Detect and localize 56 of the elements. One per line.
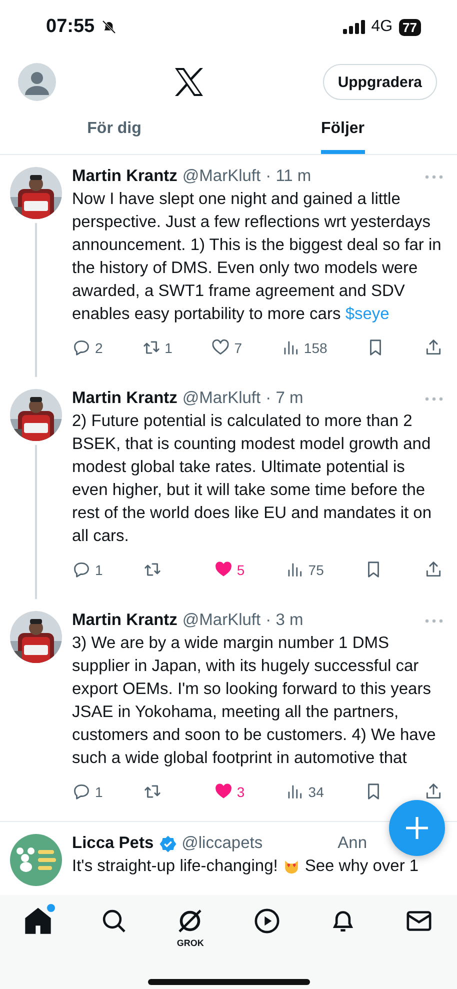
author-handle: @MarKluft xyxy=(182,389,261,408)
repost-icon[interactable] xyxy=(143,782,162,801)
share-icon[interactable] xyxy=(424,338,443,357)
signal-icon xyxy=(343,20,366,34)
view-count: 158 xyxy=(304,340,328,356)
reply-icon[interactable] xyxy=(72,338,91,357)
author-handle: @MarKluft xyxy=(182,611,261,630)
x-logo-icon xyxy=(174,68,204,96)
author-name[interactable]: Martin Krantz xyxy=(72,611,178,630)
feed-tab[interactable]: Följer xyxy=(320,110,365,154)
avatar-icon[interactable] xyxy=(18,63,56,101)
post-time: · 3 m xyxy=(266,611,304,630)
post-time: · 11 m xyxy=(266,167,312,186)
compose-button[interactable] xyxy=(389,800,445,856)
reply-icon[interactable] xyxy=(72,782,91,801)
post-text: 3) We are by a wide margin number 1 DMS supplier in Japan, with its hugely successful car export OEMs. I'm so looking forward to this years JSAE in Yokohama, meeting all the partners, customers and soon to be customers. 4) We have such a wide global footprint in automotive that xyxy=(72,633,437,769)
share-icon[interactable] xyxy=(424,782,443,801)
grok-label[interactable]: GROK xyxy=(176,938,204,949)
author-handle: @liccapets xyxy=(182,834,263,853)
feed-tab[interactable]: För dig xyxy=(87,110,142,154)
reply-count: 2 xyxy=(95,340,103,356)
reply-count: 1 xyxy=(95,784,103,800)
heart-eyes-cat-icon xyxy=(282,858,300,875)
heart-icon[interactable] xyxy=(214,782,233,801)
like-count: 5 xyxy=(236,562,245,578)
network-label: 4G xyxy=(371,18,393,36)
repost-icon[interactable] xyxy=(143,560,162,579)
author-name[interactable]: Martin Krantz xyxy=(72,389,178,408)
heart-icon[interactable] xyxy=(214,560,233,579)
home-icon[interactable] xyxy=(24,907,52,935)
plus-icon xyxy=(404,815,430,841)
post-text: 2) Future potential is calculated to more than 2 BSEK, that is counting modest model growth and modest global take rates. Ultimate potential is even higher, but it will take some time before the rest of the world does like EU and mandates it on all cars. xyxy=(72,411,433,547)
muted-bell-icon xyxy=(100,19,117,35)
share-icon[interactable] xyxy=(424,560,443,579)
slashed-circle-icon[interactable] xyxy=(176,907,204,935)
author-name[interactable]: Martin Krantz xyxy=(72,167,178,186)
status-time: 07:55 xyxy=(46,16,95,38)
repost-count: 1 xyxy=(164,340,172,356)
like-count: 3 xyxy=(236,784,245,800)
reply-icon[interactable] xyxy=(72,560,91,579)
ad-label: Ann xyxy=(338,834,367,853)
post-text: Now I have slept one night and gained a little perspective. Just a few reflections wrt yesterdays announcement. 1) This is the biggest deal so far in the history of DMS. Even only two models were awarded, a SWT1 frame agreement and SDV enables easy portability to more cars $seye xyxy=(72,189,442,325)
repost-icon[interactable] xyxy=(142,338,161,357)
view-count: 34 xyxy=(308,784,324,800)
post-time: · 7 m xyxy=(266,389,304,408)
author-handle: @MarKluft xyxy=(182,167,261,186)
view-count: 75 xyxy=(308,562,324,578)
post-text: See why over 1 xyxy=(304,856,419,877)
upgrade-button[interactable]: Uppgradera xyxy=(322,64,437,100)
play-icon[interactable] xyxy=(252,907,281,935)
battery-level: 77 xyxy=(398,18,421,36)
heart-icon[interactable] xyxy=(211,338,230,357)
like-count: 7 xyxy=(234,340,242,356)
author-name[interactable]: Licca Pets xyxy=(72,834,154,853)
post-text: It's straight-up life-changing! xyxy=(72,856,278,877)
reply-count: 1 xyxy=(95,562,103,578)
